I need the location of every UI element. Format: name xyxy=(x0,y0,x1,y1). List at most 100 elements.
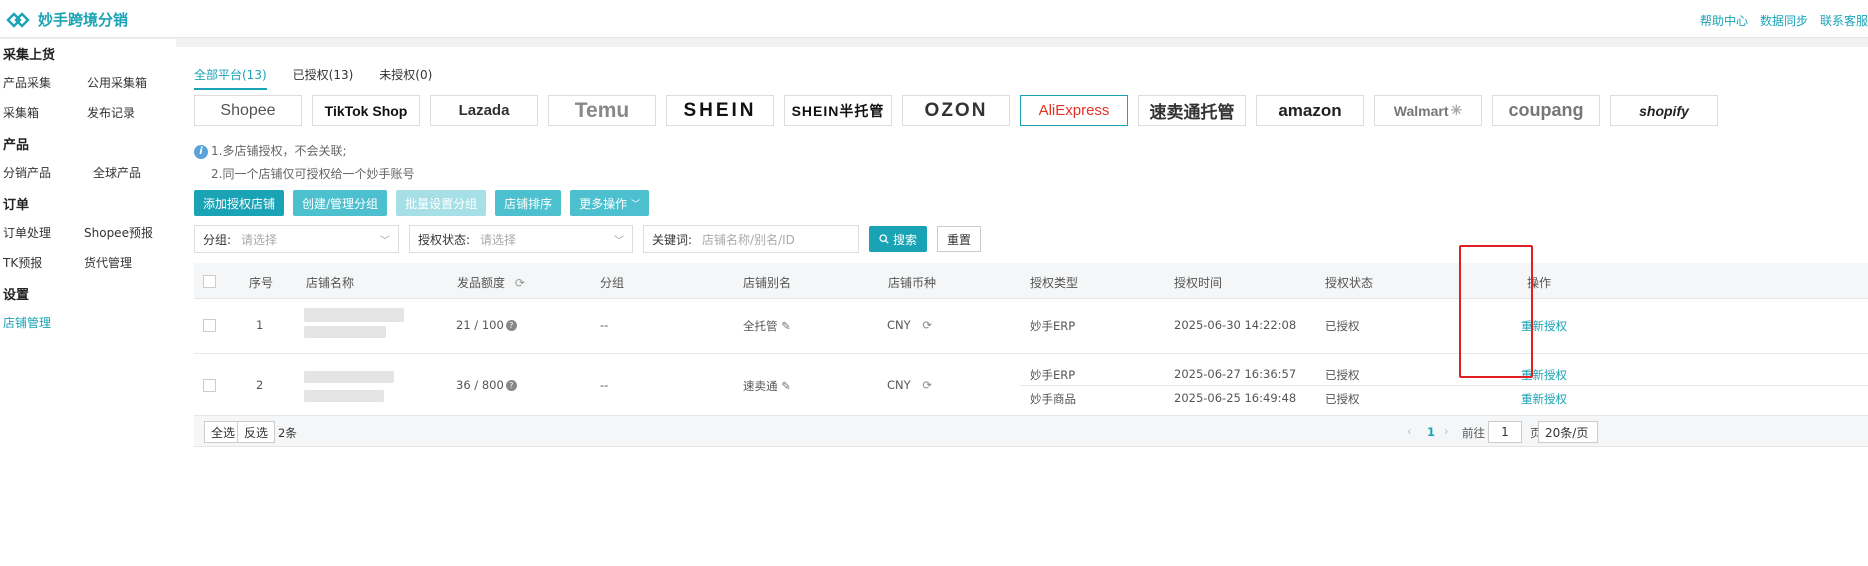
row-auth-time: 2025-06-30 14:22:08 xyxy=(1174,318,1297,332)
logo-text: 妙手跨境分销 xyxy=(38,11,129,29)
more-actions-button[interactable]: 更多操作 ﹀ xyxy=(570,190,650,216)
row-alias: 速卖通 ✎ xyxy=(743,378,791,394)
platform-amazon[interactable]: amazon xyxy=(1256,95,1364,126)
store-name-blurred xyxy=(304,371,394,383)
sidebar-section-collect: 采集上货 xyxy=(3,48,56,63)
contact-service-link[interactable]: 联系客服 xyxy=(1820,12,1868,29)
add-authorized-store-button[interactable]: 添加授权店铺 xyxy=(194,190,285,216)
row-quota: 21 / 100? xyxy=(456,318,517,332)
platform-amazon-label: amazon xyxy=(1278,100,1342,120)
question-icon[interactable]: ? xyxy=(505,380,517,391)
auth-status-select[interactable]: 授权状态: 请选择 ﹀ xyxy=(409,225,633,253)
platform-shopee[interactable]: Shopee xyxy=(194,95,302,126)
group-select[interactable]: 分组: 请选择 ﹀ xyxy=(194,225,399,253)
header-links: 帮助中心 数据同步 联系客服 xyxy=(1700,12,1868,29)
reauthorize-link[interactable]: 重新授权 xyxy=(1521,391,1567,407)
platform-list: Shopee TikTok Shop Lazada Temu SHEIN SHE… xyxy=(194,95,1718,126)
row-alias: 全托管 ✎ xyxy=(743,318,791,334)
row-checkbox[interactable] xyxy=(203,379,216,392)
platform-coupang[interactable]: coupang xyxy=(1492,95,1600,126)
question-icon[interactable]: ? xyxy=(505,320,517,331)
row-currency: CNY ⟳ xyxy=(887,378,932,392)
platform-lazada[interactable]: Lazada xyxy=(430,95,538,126)
row-quota-value: 36 / 800 xyxy=(456,378,504,392)
row-auth-time: 2025-06-25 16:49:48 xyxy=(1174,391,1297,405)
sidebar-item-order-processing[interactable]: 订单处理 xyxy=(3,224,51,241)
group-select-label: 分组: xyxy=(203,232,232,247)
platform-aliexpress[interactable]: AliExpress xyxy=(1020,95,1128,126)
store-id-blurred xyxy=(304,390,384,402)
platform-shein-label: SHEIN xyxy=(683,99,757,121)
platform-ozon[interactable]: OZON xyxy=(902,95,1010,126)
platform-aliexpress-managed[interactable]: 速卖通托管 xyxy=(1138,95,1246,126)
logo[interactable]: 妙手跨境分销 xyxy=(6,9,128,30)
platform-shein[interactable]: SHEIN xyxy=(666,95,774,126)
sidebar-item-distribution-products[interactable]: 分销产品 xyxy=(3,164,51,181)
sidebar-item-store-management[interactable]: 店铺管理 xyxy=(3,314,51,331)
goto-page-input[interactable]: 1 xyxy=(1488,421,1522,443)
row-index: 1 xyxy=(256,318,264,332)
filter-bar: 分组: 请选择 ﹀ 授权状态: 请选择 ﹀ 关键词: 店铺名称/别名/ID 搜索… xyxy=(194,225,982,253)
keyword-input[interactable]: 关键词: 店铺名称/别名/ID xyxy=(643,225,859,253)
tab-unauthorized[interactable]: 未授权(0) xyxy=(379,66,432,90)
platform-shopify[interactable]: shopify xyxy=(1610,95,1718,126)
col-auth-time: 授权时间 xyxy=(1174,276,1223,290)
refresh-icon[interactable]: ⟳ xyxy=(922,378,932,392)
platform-tiktok-shop[interactable]: TikTok Shop xyxy=(312,95,420,126)
refresh-icon[interactable]: ⟳ xyxy=(922,318,932,332)
platform-coupang-label: coupang xyxy=(1508,100,1584,120)
auth-status-highlight-box xyxy=(1459,245,1533,378)
more-actions-label: 更多操作 xyxy=(579,196,628,211)
sidebar-item-publish-records[interactable]: 发布记录 xyxy=(87,104,135,121)
sidebar-item-collect-box[interactable]: 采集箱 xyxy=(3,104,39,121)
data-sync-link[interactable]: 数据同步 xyxy=(1760,12,1808,29)
col-currency: 店铺币种 xyxy=(888,276,937,290)
manage-groups-button[interactable]: 创建/管理分组 xyxy=(293,190,388,216)
platform-ozon-label: OZON xyxy=(924,99,988,121)
refresh-icon[interactable]: ⟳ xyxy=(515,276,525,290)
row-auth-status: 已授权 xyxy=(1325,319,1360,333)
platform-shein-semi[interactable]: SHEIN半托管 xyxy=(784,95,892,126)
sidebar-item-tk-forecast[interactable]: TK预报 xyxy=(3,254,42,271)
auth-status-select-placeholder: 请选择 xyxy=(480,232,517,247)
note-text-1: 1.多店铺授权，不会关联; xyxy=(211,144,347,158)
platform-temu[interactable]: Temu xyxy=(548,95,656,126)
platform-shopify-label: shopify xyxy=(1639,102,1689,119)
goto-label: 前往 xyxy=(1462,426,1485,440)
edit-icon[interactable]: ✎ xyxy=(781,379,791,393)
platform-walmart[interactable]: Walmart ✳ xyxy=(1374,95,1482,126)
row-currency-text: CNY xyxy=(887,378,911,392)
col-auth-status: 授权状态 xyxy=(1325,276,1374,290)
invert-selection-button[interactable]: 反选 xyxy=(237,421,276,443)
row-checkbox[interactable] xyxy=(203,319,216,332)
logo-icon xyxy=(6,11,30,28)
page-number[interactable]: 1 xyxy=(1427,425,1435,439)
tab-authorized[interactable]: 已授权(13) xyxy=(293,66,354,90)
sidebar-section-orders: 订单 xyxy=(3,198,30,213)
sidebar-item-shopee-forecast[interactable]: Shopee预报 xyxy=(84,224,153,241)
reset-button[interactable]: 重置 xyxy=(937,226,982,252)
sidebar-item-forwarder-management[interactable]: 货代管理 xyxy=(84,254,132,271)
total-count: 2条 xyxy=(278,426,297,440)
tab-all-platforms[interactable]: 全部平台(13) xyxy=(194,66,267,90)
next-page-icon[interactable]: › xyxy=(1444,424,1449,438)
prev-page-icon[interactable]: ‹ xyxy=(1407,424,1412,438)
table-footer: 全选 反选 2条 ‹ 1 › 前往 1 页 20条/页 xyxy=(194,416,1868,447)
edit-icon[interactable]: ✎ xyxy=(781,319,791,333)
sidebar-item-product-collect[interactable]: 产品采集 xyxy=(3,74,51,91)
store-id-blurred xyxy=(304,326,386,338)
col-store-name: 店铺名称 xyxy=(306,276,355,290)
sidebar-item-public-collect-box[interactable]: 公用采集箱 xyxy=(87,74,147,91)
info-icon: i xyxy=(194,144,208,159)
sidebar-item-global-products[interactable]: 全球产品 xyxy=(93,164,141,181)
page-size-select[interactable]: 20条/页 xyxy=(1538,421,1598,443)
select-all-checkbox[interactable] xyxy=(203,275,216,288)
row-auth-type: 妙手ERP xyxy=(1030,319,1076,333)
batch-set-group-button[interactable]: 批量设置分组 xyxy=(396,190,487,216)
row-group: -- xyxy=(600,318,609,332)
store-sort-button[interactable]: 店铺排序 xyxy=(495,190,562,216)
help-center-link[interactable]: 帮助中心 xyxy=(1700,12,1748,29)
sub-row-divider xyxy=(1020,385,1868,386)
search-button[interactable]: 搜索 xyxy=(869,226,928,252)
keyword-input-placeholder: 店铺名称/别名/ID xyxy=(702,232,795,247)
